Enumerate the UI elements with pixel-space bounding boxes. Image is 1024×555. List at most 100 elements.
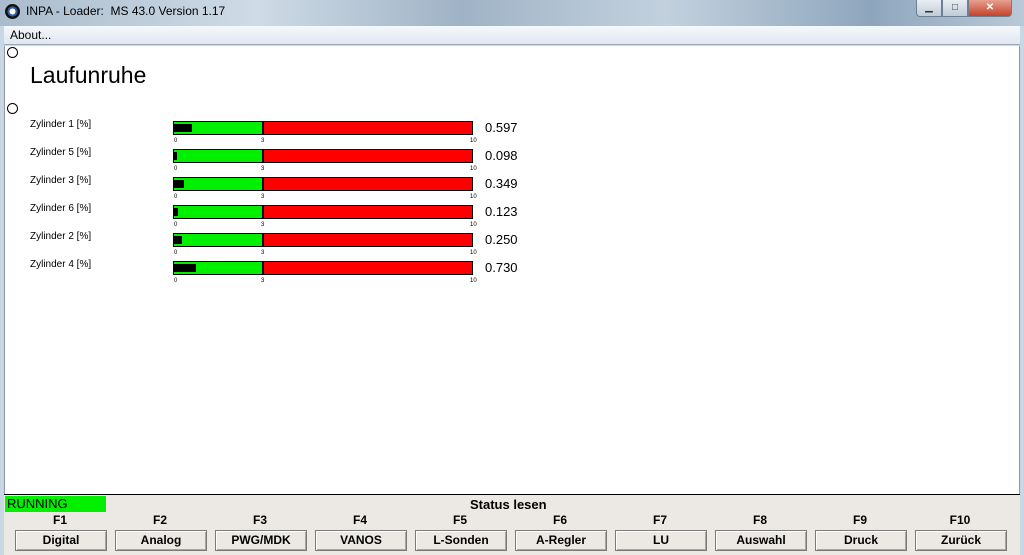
cylinder-row: Zylinder 3 [%] 0 3 10 0.349 — [5, 175, 1021, 203]
menu-about[interactable]: About... — [10, 28, 51, 42]
cylinder-label: Zylinder 5 [%] — [30, 147, 92, 158]
gauge-tick-threshold: 3 — [261, 194, 265, 200]
window-title: INPA - Loader: MS 43.0 Version 1.17 — [26, 4, 226, 18]
radio-indicator-icon — [7, 47, 18, 58]
cylinder-value: 0.597 — [485, 120, 518, 135]
gauge-tick-threshold: 3 — [261, 166, 265, 172]
gauge-alarm-zone — [263, 261, 473, 275]
gauge-ok-zone — [173, 149, 263, 163]
gauge-tick-max: 10 — [470, 166, 477, 172]
fkey-shortcut-label: F1 — [52, 513, 67, 527]
fkey-f6: F6 A-Regler — [510, 511, 610, 555]
cylinder-row: Zylinder 5 [%] 0 3 10 0.098 — [5, 147, 1021, 175]
fkey-shortcut-label: F9 — [852, 513, 867, 527]
gauge-threshold-marker — [262, 149, 264, 163]
cylinder-value: 0.349 — [485, 176, 518, 191]
main-panel: Laufunruhe Zylinder 1 [%] 0 3 10 0.597 Zylind… — [4, 46, 1020, 494]
fkey-f8: F8 Auswahl — [710, 511, 810, 555]
fkey-shortcut-label: F5 — [452, 513, 467, 527]
gauge-tick-max: 10 — [470, 222, 477, 228]
gauge-tick-min: 0 — [174, 166, 178, 172]
fkey-f2: F2 Analog — [110, 511, 210, 555]
status-bar: RUNNING Status lesen F1 Digital F2 Analog F3… — [4, 494, 1020, 555]
fkey-button-f5[interactable]: L-Sonden — [415, 530, 507, 551]
gauge-alarm-zone — [263, 233, 473, 247]
fkey-f7: F7 LU — [610, 511, 710, 555]
fkey-button-f6[interactable]: A-Regler — [515, 530, 607, 551]
running-status-badge: RUNNING — [5, 496, 106, 512]
gauge-fill — [174, 180, 184, 188]
gauge-tick-min: 0 — [174, 278, 178, 284]
fkey-f4: F4 VANOS — [310, 511, 410, 555]
cylinder-label: Zylinder 1 [%] — [30, 119, 92, 130]
bmw-logo-icon — [5, 4, 20, 19]
gauge-threshold-marker — [262, 205, 264, 219]
cylinder-label: Zylinder 3 [%] — [30, 175, 92, 186]
gauge-fill — [174, 152, 177, 160]
title-bar: INPA - Loader: MS 43.0 Version 1.17 ▁ □ … — [0, 0, 1024, 26]
cylinder-gauge: 0 3 10 — [173, 121, 477, 144]
maximize-button[interactable]: □ — [942, 0, 968, 17]
fkey-button-f3[interactable]: PWG/MDK — [215, 530, 307, 551]
gauge-tick-min: 0 — [174, 138, 178, 144]
cylinder-value: 0.250 — [485, 232, 518, 247]
cylinder-row: Zylinder 4 [%] 0 3 10 0.730 — [5, 259, 1021, 287]
gauge-tick-threshold: 3 — [261, 222, 265, 228]
gauge-tick-max: 10 — [470, 138, 477, 144]
fkey-button-f2[interactable]: Analog — [115, 530, 207, 551]
gauge-alarm-zone — [263, 121, 473, 135]
gauge-fill — [174, 236, 182, 244]
gauge-ok-zone — [173, 177, 263, 191]
minimize-button[interactable]: ▁ — [916, 0, 942, 17]
cylinder-gauge: 0 3 10 — [173, 149, 477, 172]
fkey-f1: F1 Digital — [10, 511, 110, 555]
fkey-f3: F3 PWG/MDK — [210, 511, 310, 555]
fkey-button-f8[interactable]: Auswahl — [715, 530, 807, 551]
gauge-tick-threshold: 3 — [261, 278, 265, 284]
page-title: Laufunruhe — [30, 62, 147, 88]
gauge-threshold-marker — [262, 121, 264, 135]
cylinder-row: Zylinder 2 [%] 0 3 10 0.250 — [5, 231, 1021, 259]
cylinder-gauge: 0 3 10 — [173, 233, 477, 256]
fkey-button-f9[interactable]: Druck — [815, 530, 907, 551]
fkey-f5: F5 L-Sonden — [410, 511, 510, 555]
fkey-button-f4[interactable]: VANOS — [315, 530, 407, 551]
gauge-tick-max: 10 — [470, 194, 477, 200]
gauge-threshold-marker — [262, 177, 264, 191]
fkey-shortcut-label: F4 — [352, 513, 367, 527]
gauge-fill — [174, 264, 196, 272]
gauge-tick-max: 10 — [470, 250, 477, 256]
cylinder-value: 0.730 — [485, 260, 518, 275]
cylinder-row: Zylinder 1 [%] 0 3 10 0.597 — [5, 119, 1021, 147]
cylinder-value: 0.098 — [485, 148, 518, 163]
cylinder-label: Zylinder 6 [%] — [30, 203, 92, 214]
gauge-alarm-zone — [263, 149, 473, 163]
gauge-tick-min: 0 — [174, 194, 178, 200]
gauge-alarm-zone — [263, 205, 473, 219]
cylinder-gauge: 0 3 10 — [173, 205, 477, 228]
gauge-alarm-zone — [263, 177, 473, 191]
gauge-tick-min: 0 — [174, 222, 178, 228]
fkey-button-f7[interactable]: LU — [615, 530, 707, 551]
fkey-shortcut-label: F7 — [652, 513, 667, 527]
radio-indicator-icon — [7, 103, 18, 114]
fkey-shortcut-label: F2 — [152, 513, 167, 527]
fkey-f9: F9 Druck — [810, 511, 910, 555]
cylinder-label: Zylinder 2 [%] — [30, 231, 92, 242]
gauge-threshold-marker — [262, 261, 264, 275]
close-button[interactable]: ✕ — [968, 0, 1012, 17]
menu-bar: About... — [4, 26, 1020, 45]
gauge-fill — [174, 208, 178, 216]
gauge-ok-zone — [173, 205, 263, 219]
fkey-shortcut-label: F3 — [252, 513, 267, 527]
fkey-shortcut-label: F6 — [552, 513, 567, 527]
fkey-button-f1[interactable]: Digital — [15, 530, 107, 551]
gauge-tick-min: 0 — [174, 250, 178, 256]
gauge-tick-threshold: 3 — [261, 138, 265, 144]
gauge-tick-max: 10 — [470, 278, 477, 284]
function-key-bar: F1 Digital F2 Analog F3 PWG/MDK F4 VANOS F5 L-Son… — [4, 511, 1020, 555]
gauge-tick-threshold: 3 — [261, 250, 265, 256]
cylinder-gauge: 0 3 10 — [173, 261, 477, 284]
fkey-button-f10[interactable]: Zurück — [915, 530, 1007, 551]
fkey-shortcut-label: F10 — [949, 513, 971, 527]
